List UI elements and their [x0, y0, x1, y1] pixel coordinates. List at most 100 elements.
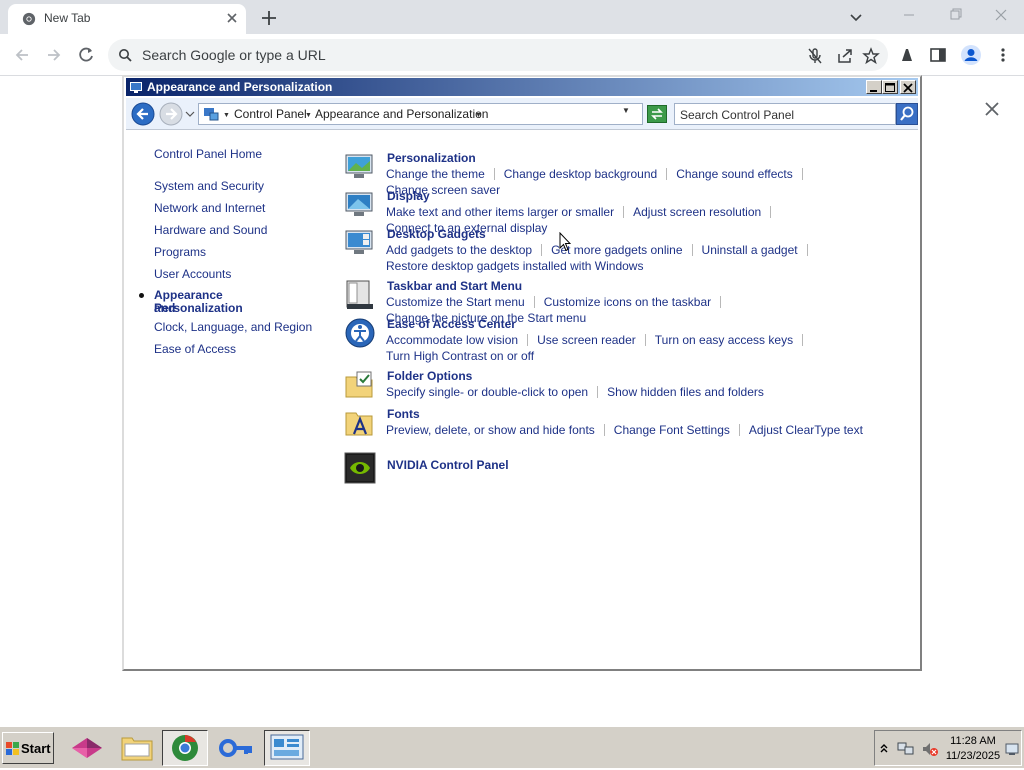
share-icon[interactable]: [836, 47, 854, 65]
task-make-text-larger[interactable]: Make text and other items larger or smal…: [386, 205, 614, 219]
file-explorer-icon[interactable]: [114, 730, 160, 766]
separator: [644, 334, 646, 346]
start-button[interactable]: Start: [2, 732, 54, 764]
window-titlebar[interactable]: Appearance and Personalization: [126, 78, 918, 96]
chevron-up-icon[interactable]: [879, 742, 889, 754]
task-uninstall-gadget[interactable]: Uninstall a gadget: [702, 243, 798, 257]
task-change-desktop-background[interactable]: Change desktop background: [504, 167, 657, 181]
browser-tab-new-tab[interactable]: New Tab: [8, 4, 246, 34]
tab-title: New Tab: [44, 11, 91, 25]
nav-clock-language-region[interactable]: Clock, Language, and Region: [154, 320, 312, 334]
task-single-double-click[interactable]: Specify single- or double-click to open: [386, 385, 588, 399]
separator: [527, 334, 529, 346]
address-bar: ▼ Control Panel ▼ Appearance and Persona…: [126, 98, 918, 130]
nav-hardware-and-sound[interactable]: Hardware and Sound: [154, 223, 267, 237]
separator: [806, 244, 808, 256]
fonts-title[interactable]: Fonts: [387, 407, 420, 421]
omnibox-input[interactable]: [142, 45, 742, 65]
task-preview-fonts[interactable]: Preview, delete, or show and hide fonts: [386, 423, 595, 437]
volume-muted-icon[interactable]: [921, 741, 939, 757]
display-title[interactable]: Display: [387, 189, 430, 203]
clock-time[interactable]: 11:28 AM: [947, 735, 999, 747]
task-add-gadgets[interactable]: Add gadgets to the desktop: [386, 243, 532, 257]
back-arrow-icon[interactable]: [131, 102, 155, 126]
taskbar-control-panel-button[interactable]: [264, 730, 310, 766]
nav-control-panel-home[interactable]: Control Panel Home: [154, 147, 262, 161]
forward-arrow-icon[interactable]: [159, 102, 183, 126]
close-icon[interactable]: [984, 101, 1000, 117]
nav-programs[interactable]: Programs: [154, 245, 206, 259]
extension-icon[interactable]: [898, 46, 916, 64]
breadcrumb-control-panel[interactable]: Control Panel: [234, 107, 307, 121]
network-icon[interactable]: [897, 741, 915, 757]
task-high-contrast[interactable]: Turn High Contrast on or off: [386, 349, 534, 363]
address-path-box[interactable]: ▼ Control Panel ▼ Appearance and Persona…: [198, 103, 643, 125]
taskbar-app-icon[interactable]: [64, 730, 110, 766]
breadcrumb-arrow-icon[interactable]: ▼: [475, 112, 482, 119]
refresh-icon[interactable]: [647, 105, 667, 123]
side-panel-icon[interactable]: [929, 46, 947, 64]
separator: [541, 244, 543, 256]
nvidia-title[interactable]: NVIDIA Control Panel: [387, 458, 509, 472]
maximize-button[interactable]: [882, 80, 898, 94]
taskbar-start-menu-title[interactable]: Taskbar and Start Menu: [387, 279, 522, 293]
omnibox[interactable]: [108, 39, 888, 71]
profile-icon[interactable]: [960, 44, 982, 66]
breadcrumb-appearance[interactable]: Appearance and Personalization: [315, 107, 488, 121]
ease-of-access-title[interactable]: Ease of Access Center: [387, 317, 516, 331]
restore-icon[interactable]: [944, 6, 966, 24]
folder-options-title[interactable]: Folder Options: [387, 369, 472, 383]
nav-network-and-internet[interactable]: Network and Internet: [154, 201, 265, 215]
separator: [533, 296, 535, 308]
control-panel-search[interactable]: [674, 103, 896, 125]
star-icon[interactable]: [862, 47, 880, 65]
mic-off-icon[interactable]: [806, 47, 824, 65]
chrome-icon: [22, 12, 36, 26]
desktop-gadgets-title[interactable]: Desktop Gadgets: [387, 227, 486, 241]
task-accommodate-low-vision[interactable]: Accommodate low vision: [386, 333, 518, 347]
control-panel-search-input[interactable]: [680, 107, 890, 122]
plus-icon[interactable]: [258, 7, 280, 29]
kebab-menu-icon[interactable]: [994, 46, 1012, 64]
nav-system-and-security[interactable]: System and Security: [154, 179, 264, 193]
nav-user-accounts[interactable]: User Accounts: [154, 267, 231, 281]
task-adjust-screen-resolution[interactable]: Adjust screen resolution: [633, 205, 761, 219]
windows-logo-icon: [6, 742, 19, 755]
search-icon: [900, 106, 914, 121]
close-icon[interactable]: [990, 6, 1012, 24]
browser-tabstrip: New Tab: [0, 0, 1024, 34]
start-label: Start: [21, 741, 51, 756]
forward-arrow-icon[interactable]: [44, 45, 64, 65]
task-change-font-settings[interactable]: Change Font Settings: [614, 423, 730, 437]
search-button[interactable]: [896, 103, 918, 125]
clock-date[interactable]: 11/23/2025: [945, 750, 1001, 762]
minimize-button[interactable]: [866, 80, 882, 94]
task-easy-access-keys[interactable]: Turn on easy access keys: [655, 333, 793, 347]
reload-icon[interactable]: [76, 45, 96, 65]
back-arrow-icon[interactable]: [12, 45, 32, 65]
task-use-screen-reader[interactable]: Use screen reader: [537, 333, 636, 347]
address-dropdown-icon[interactable]: ▼: [622, 106, 630, 115]
minimize-icon[interactable]: [898, 6, 920, 24]
breadcrumb-arrow-icon[interactable]: ▼: [305, 112, 312, 119]
show-desktop-icon[interactable]: [1005, 742, 1019, 756]
breadcrumb-arrow-icon[interactable]: ▼: [223, 112, 230, 119]
personalization-title[interactable]: Personalization: [387, 151, 476, 165]
control-panel-icon: [204, 108, 219, 121]
task-restore-gadgets[interactable]: Restore desktop gadgets installed with W…: [386, 259, 643, 273]
key-icon[interactable]: [214, 730, 260, 766]
taskbar-browser-button[interactable]: [162, 730, 208, 766]
task-show-hidden-files[interactable]: Show hidden files and folders: [607, 385, 764, 399]
task-customize-start-menu[interactable]: Customize the Start menu: [386, 295, 525, 309]
personalization-icon: [345, 154, 373, 178]
task-adjust-cleartype[interactable]: Adjust ClearType text: [749, 423, 863, 437]
task-change-theme[interactable]: Change the theme: [386, 167, 485, 181]
close-icon[interactable]: [224, 10, 240, 26]
chevron-down-icon[interactable]: [185, 109, 195, 119]
nav-ease-of-access[interactable]: Ease of Access: [154, 342, 236, 356]
chevron-down-icon[interactable]: [848, 9, 864, 25]
desktop-gadgets-tasks: Add gadgets to the desktop Get more gadge…: [386, 242, 906, 274]
close-button[interactable]: [900, 80, 916, 94]
task-change-sound-effects[interactable]: Change sound effects: [676, 167, 793, 181]
task-customize-taskbar-icons[interactable]: Customize icons on the taskbar: [544, 295, 711, 309]
